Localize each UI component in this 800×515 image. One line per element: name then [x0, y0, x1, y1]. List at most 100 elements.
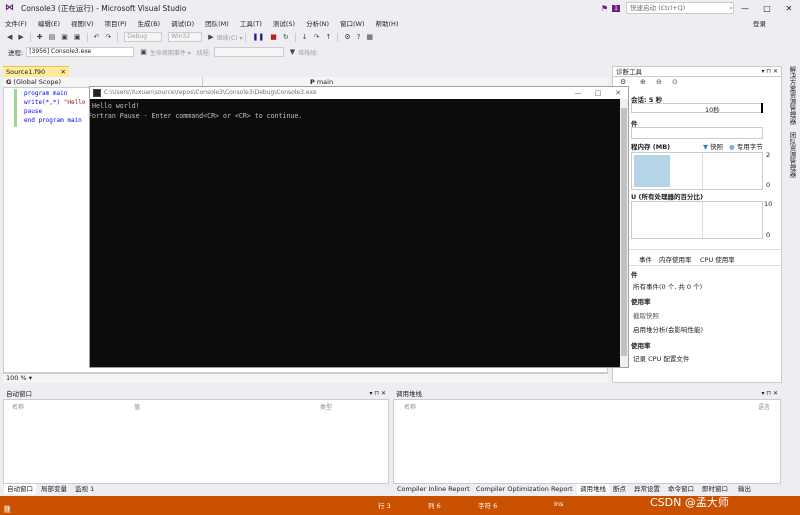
minimize-button[interactable]: — — [734, 4, 756, 13]
take-snapshot-link[interactable]: 截取快照 — [633, 310, 659, 320]
quick-launch-input[interactable]: 快速启动 (Ctrl+Q) ⌕ — [626, 2, 734, 14]
tab-output[interactable]: 输出 — [735, 484, 754, 494]
tab-breakpoints[interactable]: 断点 — [610, 484, 629, 494]
timeline[interactable] — [631, 103, 763, 113]
continue-button[interactable]: 继续(C) ▾ — [217, 33, 243, 42]
console-scrollbar[interactable] — [620, 99, 628, 367]
menu-window[interactable]: 窗口(W) — [340, 18, 365, 28]
menu-build[interactable]: 生成(B) — [138, 18, 161, 28]
process-select[interactable]: [3956] Console3.exe — [26, 47, 135, 57]
console-close-button[interactable]: ✕ — [608, 87, 628, 99]
toolbar-misc-icon[interactable]: ▦ — [366, 33, 373, 41]
menu-file[interactable]: 文件(F) — [5, 18, 27, 28]
solution-explorer-tab[interactable]: 解决方案资源管理器 — [787, 66, 797, 125]
zoom-in-icon[interactable]: ⊕ — [640, 78, 646, 86]
column-language[interactable]: 语言 — [758, 402, 770, 411]
code-line-3[interactable]: pause — [24, 108, 42, 115]
record-cpu-profile[interactable]: 记录 CPU 配置文件 — [633, 353, 689, 363]
panel-controls[interactable]: ▾ ⊓ ✕ — [761, 67, 778, 77]
autos-panel[interactable]: 名称 值 类型 — [3, 399, 389, 484]
lifecycle-events-icon[interactable]: ▣ — [140, 48, 147, 56]
close-button[interactable]: ✕ — [778, 4, 800, 13]
tab-source1-f90[interactable]: Source1.f90 ✕ — [3, 66, 69, 77]
tab-watch-1[interactable]: 监视 1 — [72, 484, 97, 494]
call-stack-panel-controls[interactable]: ▾ ⊓ ✕ — [761, 389, 778, 399]
save-icon[interactable]: ▣ — [61, 33, 68, 41]
menu-help[interactable]: 帮助(H) — [376, 18, 399, 28]
tab-immediate-window[interactable]: 即时窗口 — [699, 484, 731, 494]
configuration-select[interactable]: Debug — [124, 32, 163, 42]
maximize-button[interactable]: □ — [756, 4, 778, 13]
notification-badge[interactable]: 1 — [612, 4, 620, 12]
tab-exception-settings[interactable]: 异常设置 — [631, 484, 663, 494]
status-column: 列 6 — [428, 502, 441, 510]
step-out-icon[interactable]: ↑ — [325, 33, 331, 41]
console-maximize-button[interactable]: □ — [588, 87, 608, 99]
redo-icon[interactable]: ↷ — [105, 33, 111, 41]
stop-icon[interactable]: ■ — [270, 33, 277, 41]
tab-locals[interactable]: 局部变量 — [38, 484, 70, 494]
console-line-2: Fortran Pause - Enter command<CR> or <CR… — [88, 112, 303, 120]
cpu-section-label: U (所有处理器的百分比) — [631, 193, 703, 201]
step-into-icon[interactable]: ↓ — [302, 33, 308, 41]
zoom-level[interactable]: 100 % — [6, 374, 27, 382]
column-type[interactable]: 类型 — [320, 402, 332, 411]
csdn-watermark: CSDN @孟大师 — [650, 496, 729, 509]
thread-select[interactable] — [213, 47, 284, 57]
tab-autos[interactable]: 自动窗口 — [4, 484, 36, 494]
tab-cpu-usage[interactable]: CPU 使用率 — [700, 254, 735, 264]
code-line-4[interactable]: end program main — [24, 117, 82, 124]
undo-icon[interactable]: ↶ — [94, 33, 100, 41]
team-explorer-tab[interactable]: 团队资源管理器 — [787, 132, 797, 178]
console-window[interactable]: C:\Users\Yuxuan\source\repos\Console3\Co… — [88, 86, 629, 368]
menu-debug[interactable]: 调试(D) — [171, 18, 194, 28]
open-icon[interactable]: ▤ — [49, 33, 56, 41]
menu-tools[interactable]: 工具(T) — [240, 18, 262, 28]
tab-command-window[interactable]: 命令窗口 — [665, 484, 697, 494]
toolbar-help-icon[interactable]: ? — [357, 33, 361, 41]
status-char: 字符 6 — [478, 502, 498, 510]
menu-team[interactable]: 团队(M) — [205, 18, 229, 28]
cpu-chart[interactable] — [631, 201, 763, 239]
tab-compiler-inline-report[interactable]: Compiler Inline Report — [394, 484, 473, 494]
pause-icon[interactable]: ❚❚ — [252, 33, 264, 41]
tab-call-stack[interactable]: 调用堆栈 — [577, 484, 609, 494]
save-all-icon[interactable]: ▣ — [74, 33, 81, 41]
platform-select[interactable]: Win32 — [168, 32, 203, 42]
notification-flag-icon[interactable]: ⚑ — [601, 4, 608, 13]
autos-panel-controls[interactable]: ▾ ⊓ ✕ — [369, 389, 386, 399]
login-link[interactable]: 登录 — [753, 18, 766, 28]
menu-analyze[interactable]: 分析(N) — [306, 18, 329, 28]
tab-memory-usage[interactable]: 内存使用率 — [659, 254, 692, 264]
memory-section-label: 程内存 (MB) — [631, 143, 671, 151]
column-name[interactable]: 名称 — [404, 402, 416, 411]
console-title-bar[interactable]: C:\Users\Yuxuan\source\repos\Console3\Co… — [90, 87, 628, 99]
call-stack-panel[interactable]: 名称 语言 — [393, 399, 781, 484]
menu-edit[interactable]: 编辑(E) — [38, 18, 60, 28]
menu-view[interactable]: 视图(V) — [71, 18, 94, 28]
enable-heap-profiling[interactable]: 启用堆分析(会影响性能) — [633, 324, 703, 334]
step-over-icon[interactable]: ↷ — [314, 33, 320, 41]
events-track[interactable] — [631, 127, 763, 139]
code-line-1[interactable]: program main — [24, 90, 67, 97]
settings-icon[interactable]: ⚙ — [620, 78, 626, 86]
console-minimize-button[interactable]: — — [568, 87, 588, 99]
menu-test[interactable]: 测试(S) — [273, 18, 295, 28]
console-output[interactable]: Hello world! Fortran Pause - Enter comma… — [88, 101, 620, 367]
restart-icon[interactable]: ↻ — [283, 33, 289, 41]
tab-compiler-optimization-report[interactable]: Compiler Optimization Report — [473, 484, 576, 494]
column-value[interactable]: 值 — [134, 402, 140, 411]
lifecycle-events-button[interactable]: 生命周期事件 ▾ — [150, 48, 191, 57]
new-project-icon[interactable]: ✚ — [37, 33, 43, 41]
reset-zoom-icon[interactable]: ⊙ — [672, 78, 678, 86]
memory-chart[interactable] — [631, 152, 763, 190]
column-name[interactable]: 名称 — [12, 402, 24, 411]
menu-project[interactable]: 项目(P) — [105, 18, 127, 28]
filter-icon[interactable]: ▼ — [290, 48, 295, 56]
back-icon[interactable]: ◀ — [7, 33, 12, 41]
tab-events[interactable]: 事件 — [639, 254, 652, 264]
toolbar-options-icon[interactable]: ⚙ — [344, 33, 350, 41]
continue-icon[interactable]: ▶ — [208, 33, 213, 41]
forward-icon[interactable]: ▶ — [18, 33, 23, 41]
zoom-out-icon[interactable]: ⊖ — [656, 78, 662, 86]
